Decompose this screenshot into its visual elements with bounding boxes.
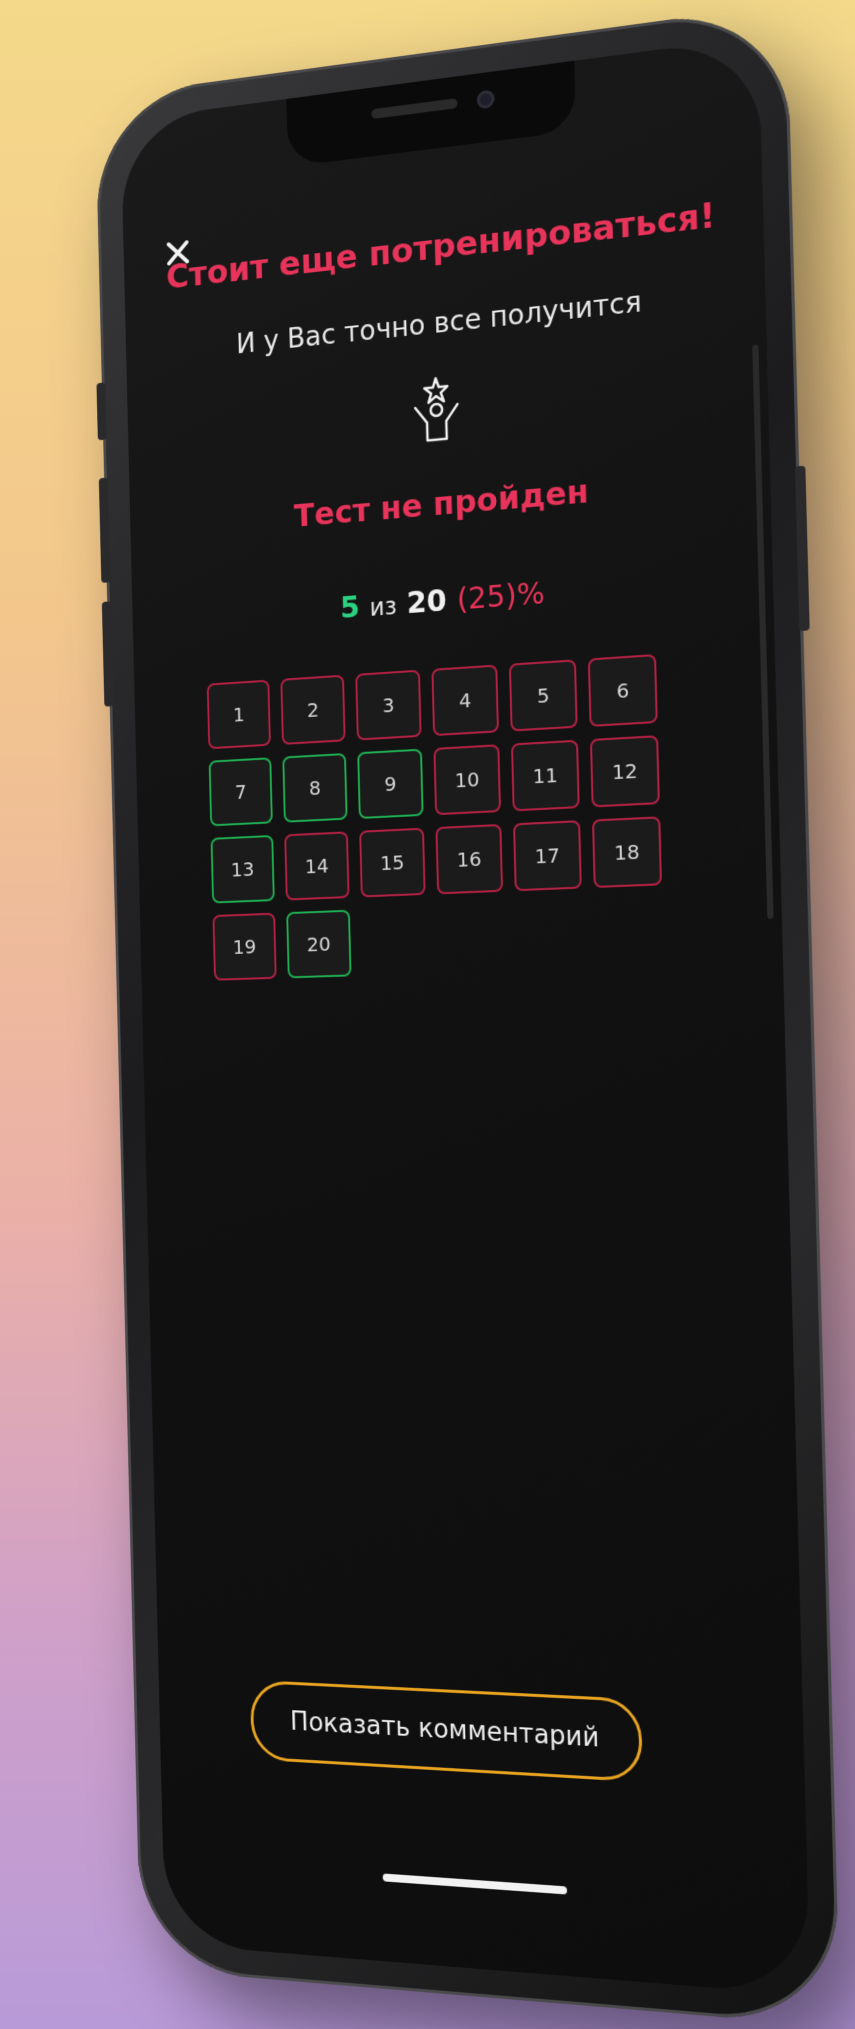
- speaker: [371, 98, 458, 120]
- show-comment-button[interactable]: Показать комментарий: [249, 1679, 643, 1783]
- percent-value: (25)%: [456, 576, 546, 618]
- question-cell[interactable]: 18: [591, 816, 663, 889]
- question-cell[interactable]: 3: [355, 669, 422, 741]
- of-label: из: [369, 592, 398, 622]
- question-cell[interactable]: 5: [508, 659, 578, 732]
- side-button: [96, 382, 107, 441]
- correct-count: 5: [339, 590, 361, 626]
- question-cell[interactable]: 17: [513, 820, 582, 892]
- question-cell[interactable]: 2: [280, 674, 346, 745]
- question-cell[interactable]: 16: [435, 823, 504, 895]
- question-cell[interactable]: 19: [212, 912, 277, 981]
- person-star-icon: [407, 373, 466, 448]
- phone-mockup: Стоит еще потренироваться! И у Вас точно…: [94, 3, 841, 2028]
- total-count: 20: [406, 583, 448, 622]
- question-cell[interactable]: 15: [359, 827, 426, 898]
- stage: Стоит еще потренироваться! И у Вас точно…: [0, 0, 855, 2029]
- question-cell[interactable]: 20: [286, 909, 352, 979]
- question-cell[interactable]: 10: [433, 744, 501, 816]
- questions-grid: 1 2 3 4 5 6 7 8 9 10 11 12 13 14 15 16 17 18 19 20: [206, 654, 666, 981]
- question-cell[interactable]: 8: [282, 752, 348, 823]
- question-cell[interactable]: 13: [210, 834, 275, 904]
- question-cell[interactable]: 4: [431, 664, 499, 737]
- question-cell[interactable]: 11: [510, 739, 580, 812]
- camera: [476, 89, 495, 110]
- question-cell[interactable]: 6: [587, 654, 658, 727]
- question-cell[interactable]: 14: [284, 831, 350, 901]
- home-indicator: [382, 1873, 568, 1895]
- question-cell[interactable]: 1: [206, 679, 271, 750]
- app-screen: Стоит еще потренироваться! И у Вас точно…: [120, 36, 811, 1996]
- question-cell[interactable]: 7: [208, 757, 273, 827]
- score-line: 5 из 20 (25)%: [132, 559, 773, 641]
- question-cell[interactable]: 12: [589, 735, 660, 808]
- question-cell[interactable]: 9: [357, 748, 424, 820]
- test-status: Тест не пройден: [293, 472, 590, 535]
